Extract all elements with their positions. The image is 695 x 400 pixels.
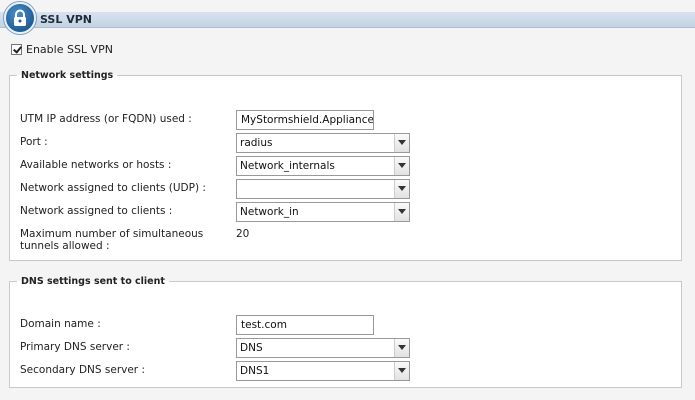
available-networks-row: Available networks or hosts : Network_in… [20,156,671,176]
chevron-down-icon[interactable] [394,203,409,221]
primary-dns-select[interactable]: DNS [236,338,410,358]
chevron-down-icon[interactable] [394,134,409,152]
secondary-dns-select[interactable]: DNS1 [236,361,410,381]
max-tunnels-row: Maximum number of simultaneous tunnels a… [20,228,671,254]
secondary-dns-label: Secondary DNS server : [20,364,146,376]
enable-ssl-vpn-label: Enable SSL VPN [26,42,113,56]
network-settings-legend: Network settings [21,70,114,81]
chevron-down-icon[interactable] [394,180,409,198]
lock-icon [4,2,36,34]
max-tunnels-label: Maximum number of simultaneous tunnels a… [20,228,204,252]
clients-network-row: Network assigned to clients : Network_in [20,202,671,222]
domain-name-input[interactable]: test.com [236,315,374,335]
page-title: SSL VPN [40,13,92,26]
domain-name-label: Domain name : [20,318,101,330]
primary-dns-value: DNS [240,342,263,354]
clients-network-value: Network_in [240,206,299,218]
network-settings-group: Network settings UTM IP address (or FQDN… [9,70,682,261]
port-label: Port : [20,136,48,148]
udp-clients-row: Network assigned to clients (UDP) : [20,179,671,199]
dns-settings-group: DNS settings sent to client Domain name … [9,276,682,388]
enable-ssl-vpn-row[interactable]: Enable SSL VPN [11,42,113,56]
header-bar [0,12,695,28]
secondary-dns-value: DNS1 [240,365,270,377]
secondary-dns-row: Secondary DNS server : DNS1 [20,361,671,381]
chevron-down-icon[interactable] [394,362,409,380]
available-networks-value: Network_internals [240,160,335,172]
udp-clients-label: Network assigned to clients (UDP) : [20,182,206,194]
utm-ip-input[interactable]: MyStormshield.Appliance.c [236,110,374,130]
utm-ip-label: UTM IP address (or FQDN) used : [20,113,192,125]
enable-ssl-vpn-checkbox[interactable] [11,43,22,55]
port-select[interactable]: radius [236,133,410,153]
dns-settings-legend: DNS settings sent to client [21,276,165,287]
available-networks-label: Available networks or hosts : [20,159,172,171]
primary-dns-label: Primary DNS server : [20,341,130,353]
primary-dns-row: Primary DNS server : DNS [20,338,671,358]
utm-ip-row: UTM IP address (or FQDN) used : MyStorms… [20,110,671,130]
chevron-down-icon[interactable] [394,339,409,357]
available-networks-select[interactable]: Network_internals [236,156,410,176]
port-value: radius [240,137,273,149]
chevron-down-icon[interactable] [394,157,409,175]
max-tunnels-value: 20 [236,228,250,240]
udp-clients-select[interactable] [236,179,410,199]
domain-name-row: Domain name : test.com [20,315,671,335]
clients-network-label: Network assigned to clients : [20,205,173,217]
port-row: Port : radius [20,133,671,153]
clients-network-select[interactable]: Network_in [236,202,410,222]
page-header: SSL VPN [0,0,695,34]
